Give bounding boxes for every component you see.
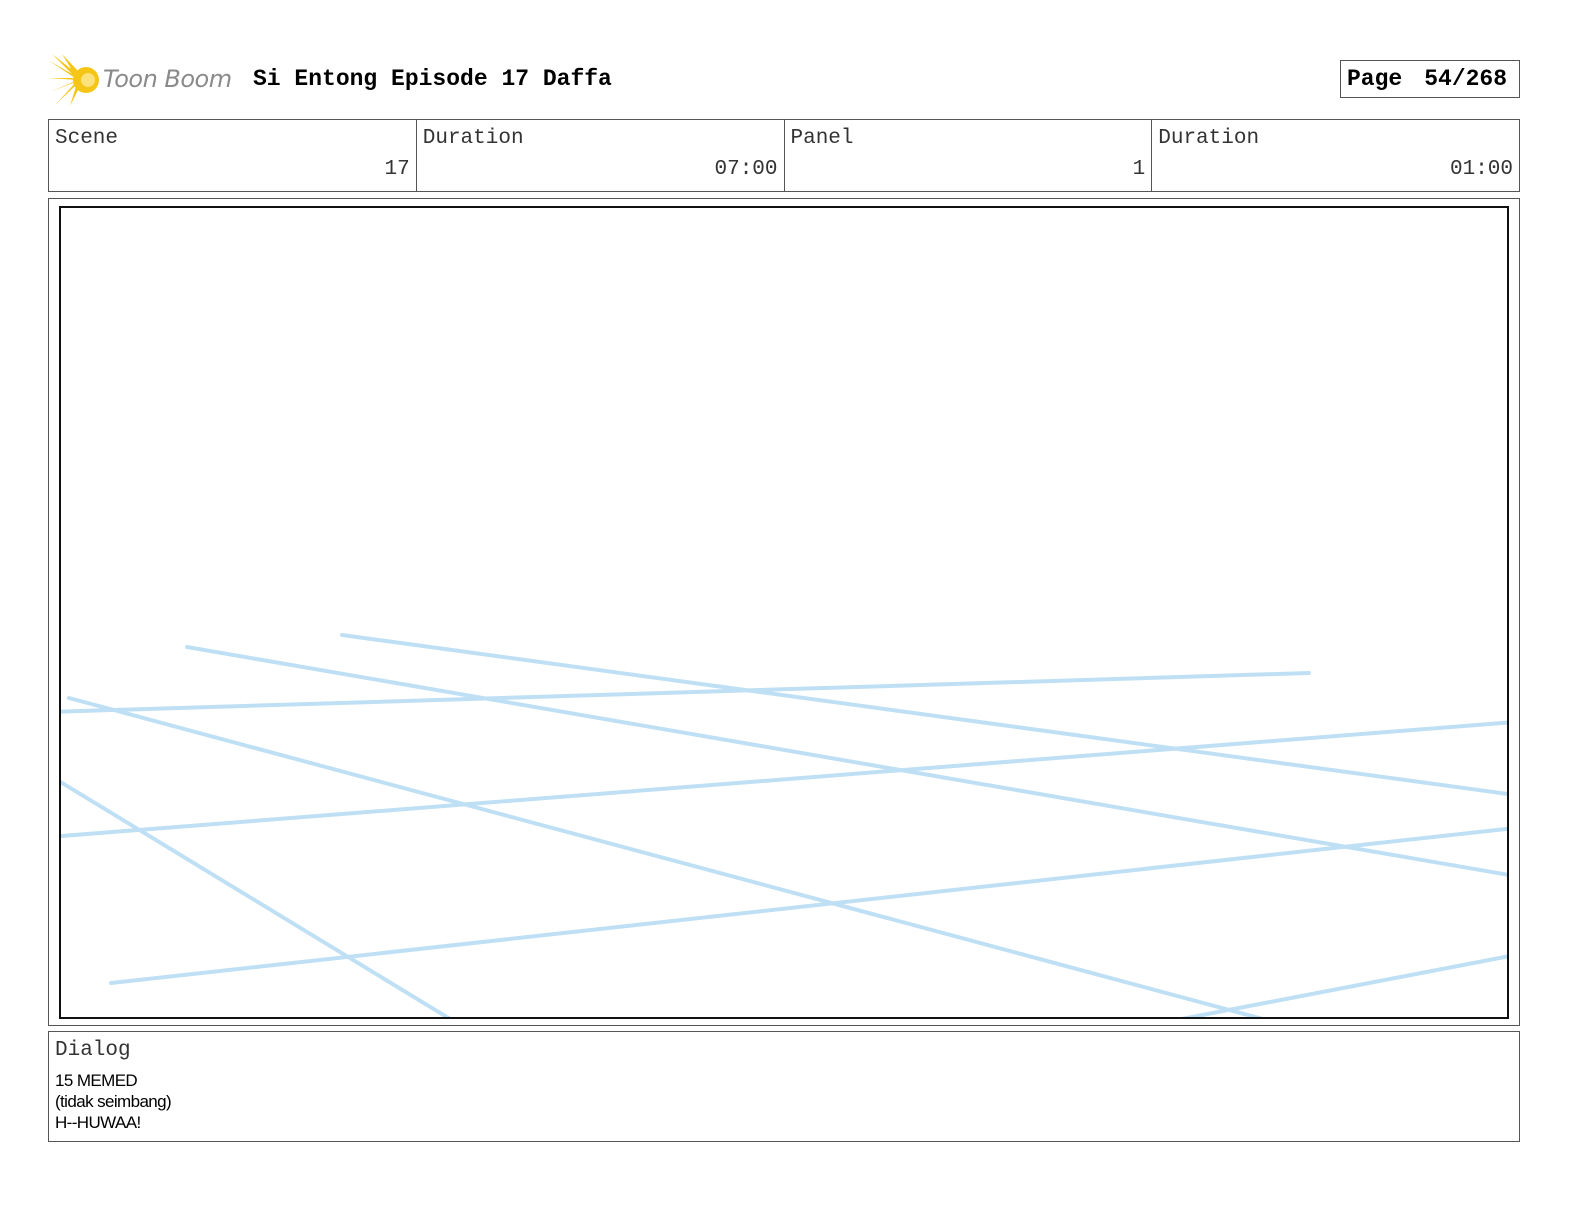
sketch-line: [109, 826, 1507, 985]
page-number: 54/268: [1424, 66, 1508, 92]
dialog-line: H--HUWAA!: [55, 1113, 141, 1132]
sketch-line: [185, 645, 1507, 877]
sketch-line: [67, 696, 1264, 1017]
panel-duration-label: Duration: [1158, 127, 1260, 150]
panel-info-row: Scene 17 Duration 07:00 Panel 1 Duration…: [48, 119, 1520, 192]
scene-cell: Scene 17: [49, 120, 417, 191]
dialog-line: 15 MEMED: [55, 1071, 138, 1090]
panel-label: Panel: [790, 127, 854, 150]
dialog-label: Dialog: [55, 1039, 131, 1062]
sketch-line: [61, 720, 1507, 839]
panel-value: 1: [1132, 158, 1146, 181]
panel-duration-cell: Duration 01:00: [1152, 120, 1519, 191]
dialog-line: (tidak seimbang): [55, 1092, 172, 1111]
panel-frame: [48, 198, 1520, 1026]
scene-value: 17: [384, 158, 410, 181]
panel-duration-value: 01:00: [1449, 158, 1513, 181]
document-title: Si Entong Episode 17 Daffa: [253, 66, 612, 92]
toon-boom-logo: Toon Boom: [48, 52, 240, 108]
page-counter: Page 54/268: [1340, 60, 1520, 98]
sketch-line: [61, 671, 1311, 714]
sketch-line: [1181, 954, 1507, 1017]
panel-cell: Panel 1: [785, 120, 1153, 191]
dialog-box: Dialog 15 MEMED (tidak seimbang) H--HUWA…: [48, 1031, 1520, 1142]
perspective-sketch-lines: [61, 633, 1507, 1017]
scene-duration-cell: Duration 07:00: [417, 120, 785, 191]
dialog-text: 15 MEMED (tidak seimbang) H--HUWAA!: [55, 1070, 172, 1133]
scene-duration-value: 07:00: [714, 158, 778, 181]
scene-duration-label: Duration: [422, 127, 524, 150]
starburst-icon: [48, 54, 99, 106]
panel-drawing: [59, 206, 1509, 1019]
logo-text: Toon Boom: [103, 65, 232, 93]
sketch-line: [340, 633, 1507, 796]
storyboard-header: Toon Boom Si Entong Episode 17 Daffa Pag…: [48, 52, 1520, 108]
scene-label: Scene: [55, 127, 119, 150]
page-label: Page: [1347, 66, 1403, 92]
